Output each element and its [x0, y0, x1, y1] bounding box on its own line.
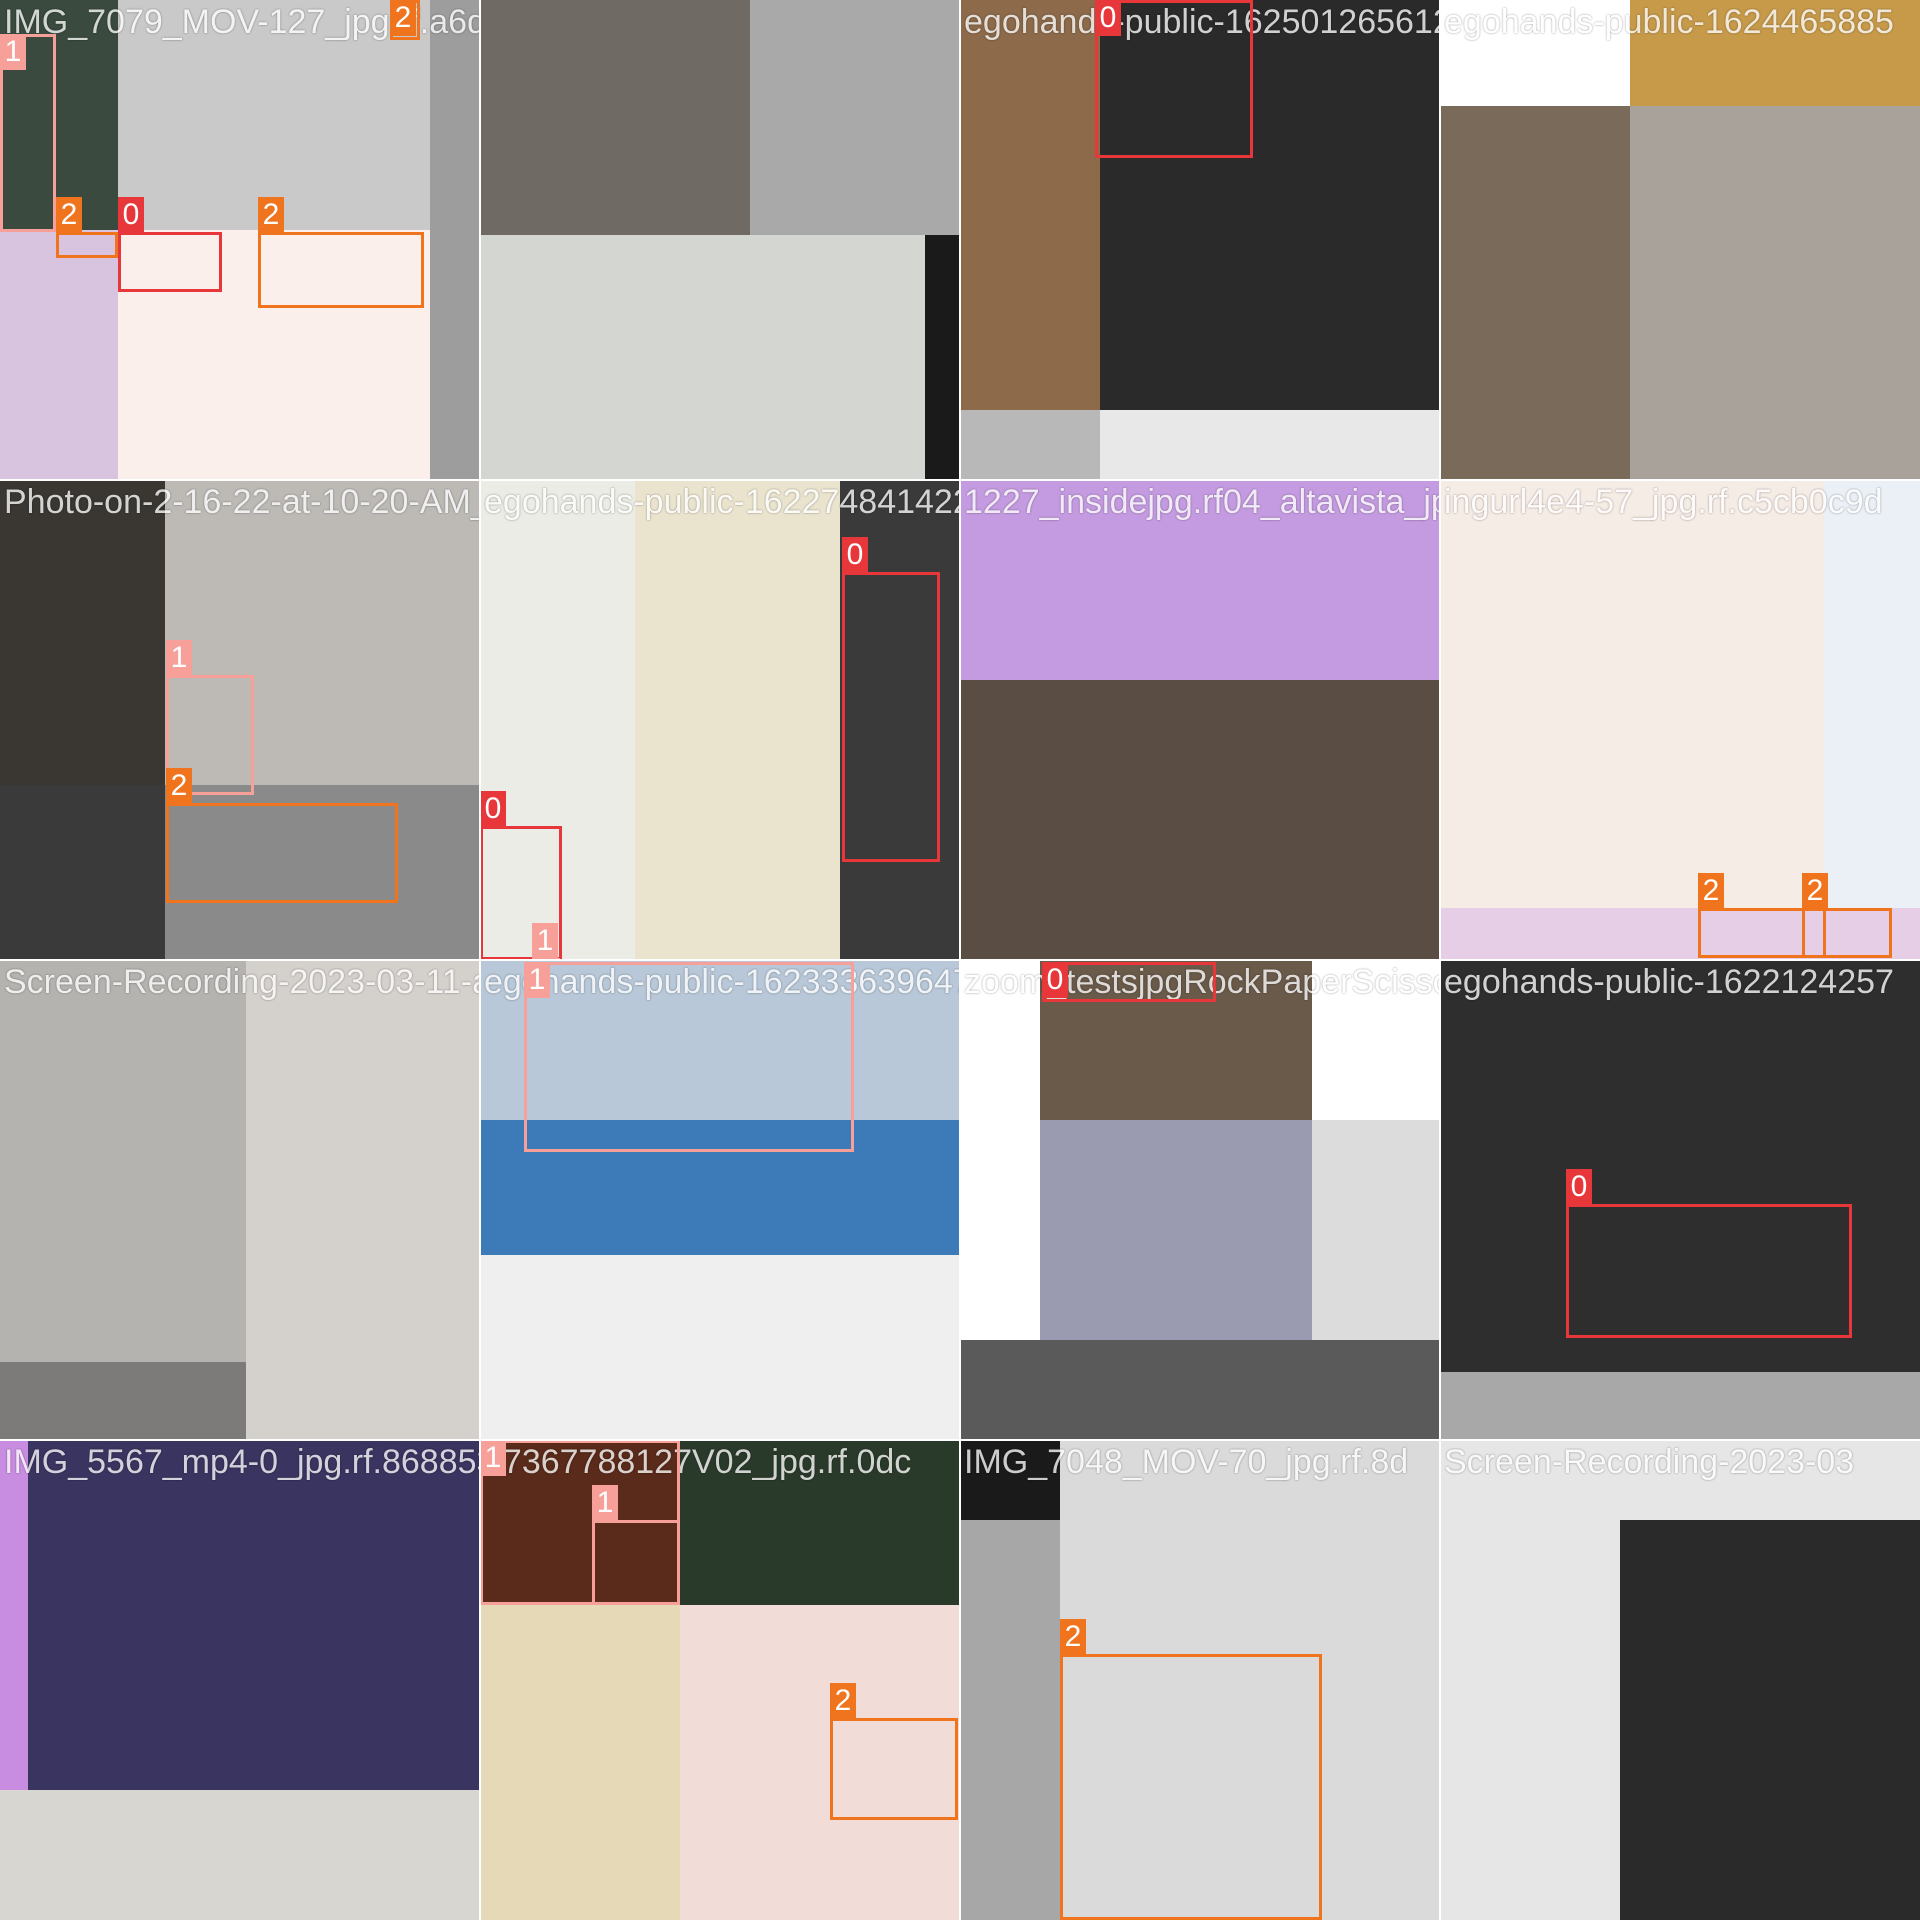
class-label: 0 [1095, 0, 1121, 36]
grid-divider [0, 959, 1920, 961]
bounding-box: 2 [1060, 1619, 1322, 1920]
image-panel [680, 1440, 960, 1605]
mosaic-tile: egohands-public-1622748414227_jpg.rf0400… [480, 480, 960, 960]
image-panel [960, 680, 1440, 960]
class-label: 1 [166, 640, 192, 676]
bounding-box: 0 [118, 197, 222, 292]
class-label: 1 [480, 1440, 506, 1476]
mosaic-tile: 27367788127V02_jpg.rf.0dc 1 1 2 [480, 1440, 960, 1920]
bounding-box: 0 [1566, 1169, 1852, 1338]
class-label: 2 [1698, 873, 1724, 909]
image-panel [960, 1520, 1060, 1920]
grid-divider [1439, 0, 1441, 1920]
image-panel [960, 0, 1100, 410]
bounding-box: 2 [830, 1683, 958, 1820]
image-panel [1100, 410, 1440, 480]
bounding-box: 0 [1042, 962, 1216, 1002]
image-panel [0, 785, 165, 960]
image-panel [1620, 1520, 1920, 1920]
class-label: 0 [1566, 1169, 1592, 1205]
class-label: 1 [0, 34, 26, 70]
mosaic-tile: Photo-on-2-16-22-at-10-20-AM_jpg.rf.c312 [0, 480, 480, 960]
mosaic-tile: IMG_7079_MOV-127_jpg.rf.a6d7f7784b278bd3… [0, 0, 480, 480]
mosaic-tile: IMG_7048_MOV-70_jpg.rf.8d 2 [960, 1440, 1440, 1920]
class-label: 0 [480, 791, 506, 827]
bounding-box: 2 [390, 0, 420, 40]
class-label: 2 [1060, 1619, 1086, 1655]
class-label: 1 [532, 923, 558, 959]
mosaic-tile [480, 0, 960, 480]
image-panel [480, 0, 750, 235]
bounding-box: 1 [592, 1485, 680, 1605]
image-panel [750, 0, 960, 235]
image-panel [480, 235, 925, 480]
bounding-box: 2 [56, 197, 118, 258]
image-panel [1630, 106, 1920, 480]
image-panel [925, 235, 960, 480]
grid-divider [0, 1439, 1920, 1441]
mosaic-tile: zoom_testsjpgRockPaperScissors 0 [960, 960, 1440, 1440]
mosaic-tile: Screen-Recording-2023-03 [1440, 1440, 1920, 1920]
class-label: 1 [592, 1485, 618, 1521]
class-label: 1 [524, 962, 550, 998]
image-panel [480, 1605, 680, 1920]
bounding-box: 1 [524, 962, 854, 1152]
mosaic-grid: IMG_7079_MOV-127_jpg.rf.a6d7f7784b278bd3… [0, 0, 1920, 1920]
class-label: 2 [830, 1683, 856, 1719]
class-label: 0 [842, 537, 868, 573]
image-panel [1824, 480, 1920, 908]
image-panel [960, 410, 1100, 480]
mosaic-tile: IMG_5567_mp4-0_jpg.rf.868853 [0, 1440, 480, 1920]
image-panel [0, 1790, 480, 1920]
class-label: 0 [118, 197, 144, 233]
bounding-box: 2 [1802, 873, 1892, 958]
image-panel [1040, 1120, 1312, 1340]
mosaic-tile: egohands-public-1624465885 [1440, 0, 1920, 480]
image-panel [1440, 106, 1630, 480]
bounding-box: 1 [524, 962, 550, 998]
image-panel [0, 230, 118, 480]
image-panel [246, 960, 480, 1440]
image-panel [1630, 0, 1920, 106]
image-panel [960, 480, 1440, 680]
image-panel [1440, 480, 1824, 908]
image-panel [480, 1255, 960, 1440]
bounding-box: 0 [842, 537, 940, 862]
image-panel [1312, 1120, 1440, 1340]
class-label: 2 [56, 197, 82, 233]
class-label: 2 [258, 197, 284, 233]
image-panel [0, 1362, 246, 1440]
bounding-box: 2 [258, 197, 424, 308]
image-panel [960, 1340, 1440, 1440]
image-panel [1440, 1372, 1920, 1440]
image-panel [28, 1440, 480, 1790]
bounding-box: 2 [166, 768, 398, 903]
mosaic-tile: egohands-public-1623336396470_jpg.rf11 [480, 960, 960, 1440]
class-label: 2 [1802, 873, 1828, 909]
class-label: 2 [166, 768, 192, 804]
image-panel [1440, 0, 1630, 106]
mosaic-tile: egohands-public-1625012656128 0 [960, 0, 1440, 480]
mosaic-tile: 1227_insidejpg.rf04_altavista_jpg.rf.c5c… [960, 480, 1440, 960]
image-panel [118, 0, 430, 230]
class-label: 2 [390, 0, 416, 36]
class-label: 0 [1042, 962, 1068, 998]
mosaic-tile: ingurl4e4-57_jpg.rf.c5cb0c9d 2 2 [1440, 480, 1920, 960]
mosaic-tile: egohands-public-1622124257 0 [1440, 960, 1920, 1440]
bounding-box: 1 [0, 34, 56, 232]
mosaic-tile: Screen-Recording-2023-03-11-at-9-48-18-P [0, 960, 480, 1440]
image-panel [430, 0, 480, 480]
bounding-box: 0 [1095, 0, 1253, 158]
